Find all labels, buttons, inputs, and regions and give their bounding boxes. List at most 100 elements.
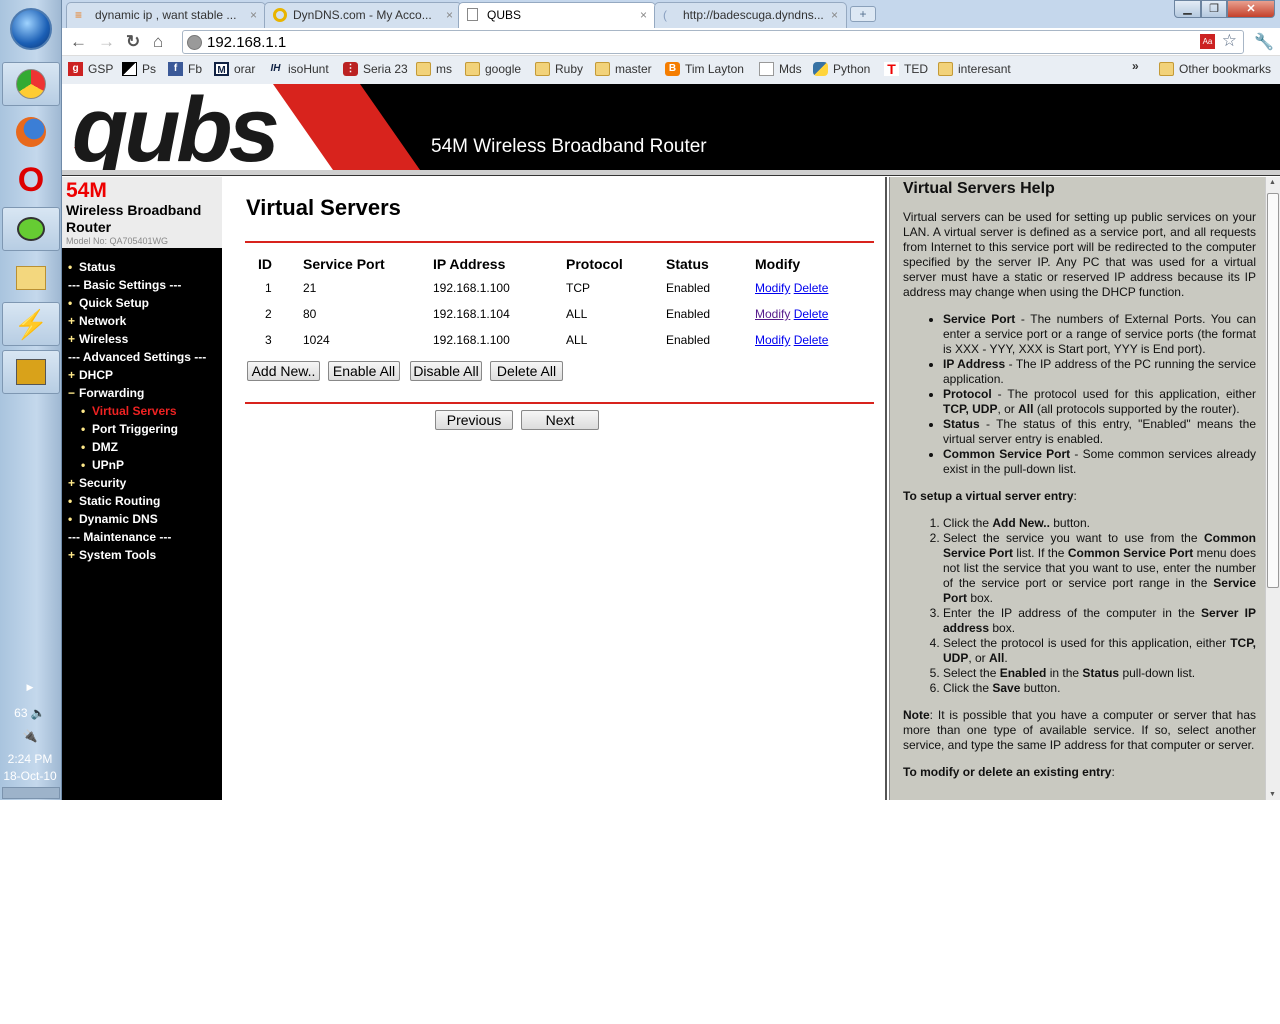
close-tab-icon[interactable]: ×	[250, 8, 257, 22]
bookmark-mds[interactable]: Mds	[759, 62, 802, 76]
delete-link[interactable]: Delete	[794, 333, 829, 347]
nav-item-network[interactable]: + Network	[62, 312, 222, 330]
bookmark-master[interactable]: master	[595, 62, 652, 76]
dictionary-extension-icon[interactable]: Aa	[1200, 34, 1215, 49]
nav-item-security[interactable]: + Security	[62, 474, 222, 492]
bookmarks-overflow-chevron[interactable]: »	[1132, 59, 1139, 73]
firefox-taskbar-icon[interactable]	[2, 110, 60, 154]
enable-all-button[interactable]: Enable All	[328, 361, 400, 381]
close-tab-icon[interactable]: ×	[446, 8, 453, 22]
wrench-menu-icon[interactable]: 🔧	[1254, 32, 1274, 52]
nav-item-system-tools[interactable]: + System Tools	[62, 546, 222, 564]
thermometer-taskbar-icon[interactable]	[2, 350, 60, 394]
bookmark-ruby[interactable]: Ruby	[535, 62, 583, 76]
address-bar[interactable]: 192.168.1.1 Aa ☆	[182, 30, 1244, 54]
add-new-button[interactable]: Add New..	[247, 361, 320, 381]
restore-button[interactable]: ❐	[1201, 0, 1227, 18]
tab-badescuga[interactable]: (http://badescuga.dyndns... ×	[654, 2, 847, 28]
bookmark-orar[interactable]: Morar	[214, 62, 255, 76]
modify-link[interactable]: Modify	[755, 333, 790, 347]
nav-bullet: •	[68, 260, 73, 274]
bookmark-python[interactable]: Python	[813, 62, 870, 76]
text: Enter the IP address of the computer in …	[943, 606, 1202, 620]
bookmark-fb[interactable]: f Fb	[168, 62, 202, 76]
delete-link[interactable]: Delete	[794, 307, 829, 321]
tab-dyndns[interactable]: DynDNS.com - My Acco... ×	[264, 2, 462, 28]
nav-item-forwarding[interactable]: − Forwarding	[62, 384, 222, 402]
bookmark-ps[interactable]: Ps	[122, 62, 156, 76]
scroll-down-arrow[interactable]: ▼	[1269, 791, 1276, 798]
scroll-up-arrow[interactable]: ▲	[1269, 179, 1276, 186]
bookmark-seria-23[interactable]: ⋮ Seria 23	[343, 62, 408, 76]
nav-item-dynamic-dns[interactable]: • Dynamic DNS	[62, 510, 222, 528]
new-tab-button[interactable]: +	[850, 6, 876, 22]
nav-label: DHCP	[79, 368, 114, 382]
messenger-taskbar-icon[interactable]	[2, 207, 60, 251]
bookmark-star-icon[interactable]: ☆	[1222, 31, 1237, 51]
show-desktop-button[interactable]	[2, 787, 60, 799]
previous-button[interactable]: Previous	[435, 410, 513, 430]
start-button[interactable]	[10, 8, 52, 50]
nav-label: DMZ	[92, 440, 118, 454]
bookmark-ted[interactable]: T TED	[884, 62, 928, 76]
nav-item-static-routing[interactable]: • Static Routing	[62, 492, 222, 510]
close-window-button[interactable]: ✕	[1227, 0, 1275, 18]
back-icon[interactable]: ←	[70, 32, 87, 52]
cell-id: 1	[265, 281, 272, 295]
delete-all-button[interactable]: Delete All	[490, 361, 563, 381]
opera-taskbar-icon[interactable]: O	[2, 158, 60, 202]
clock-time[interactable]: 2:24 PM	[0, 752, 60, 766]
explorer-taskbar-icon[interactable]	[2, 256, 60, 300]
col-protocol: Protocol	[566, 255, 623, 272]
next-button[interactable]: Next	[521, 410, 599, 430]
winamp-taskbar-icon[interactable]: ⚡	[2, 302, 60, 346]
cell-status: Enabled	[666, 281, 711, 295]
modify-link[interactable]: Modify	[755, 281, 790, 295]
bookmark-ms[interactable]: ms	[416, 62, 452, 76]
tab-strip: ≡ dynamic ip , want stable ... × DynDNS.co…	[62, 0, 1280, 29]
close-tab-icon[interactable]: ×	[831, 8, 838, 22]
nav-item-dhcp[interactable]: + DHCP	[62, 366, 222, 384]
minimize-button[interactable]: ▁	[1174, 0, 1201, 18]
reload-icon[interactable]: ↻	[126, 32, 140, 52]
nav-label: Static Routing	[79, 494, 161, 508]
help-scrollbar[interactable]: ▲ ▼	[1265, 177, 1280, 800]
chrome-taskbar-icon[interactable]	[2, 62, 60, 106]
volume-icon[interactable]: 🔈	[31, 706, 46, 720]
bold-text: To setup a virtual server entry	[903, 489, 1074, 503]
text: :	[1073, 489, 1077, 503]
bookmark-interesant[interactable]: interesant	[938, 62, 1011, 76]
disable-all-button[interactable]: Disable All	[410, 361, 482, 381]
modify-link[interactable]: Modify	[755, 307, 790, 321]
text: :	[1111, 765, 1115, 779]
nav-item-advanced-settings[interactable]: --- Advanced Settings ---	[62, 348, 222, 366]
nav-item-port-triggering[interactable]: • Port Triggering	[62, 420, 222, 438]
delete-link[interactable]: Delete	[794, 281, 829, 295]
nav-item-status[interactable]: • Status	[62, 258, 222, 276]
show-hidden-icons[interactable]: ▶	[0, 682, 60, 693]
nav-item-maintenance[interactable]: --- Maintenance ---	[62, 528, 222, 546]
nav-item-basic-settings[interactable]: --- Basic Settings ---	[62, 276, 222, 294]
nav-item-wireless[interactable]: + Wireless	[62, 330, 222, 348]
nav-label: UPnP	[92, 458, 125, 472]
home-icon[interactable]: ⌂	[153, 32, 163, 52]
bookmark-tim-layton[interactable]: B Tim Layton	[665, 62, 744, 76]
forward-icon[interactable]: →	[98, 32, 115, 52]
other-bookmarks[interactable]: Other bookmarks	[1159, 62, 1271, 76]
nav-item-upnp[interactable]: • UPnP	[62, 456, 222, 474]
scrollbar-thumb[interactable]	[1267, 193, 1279, 588]
nav-bullet: +	[68, 314, 76, 328]
power-icon[interactable]: 🔌	[0, 729, 60, 743]
nav-item-dmz[interactable]: • DMZ	[62, 438, 222, 456]
bookmark-google[interactable]: google	[465, 62, 521, 76]
tab-qubs[interactable]: QUBS ×	[458, 2, 656, 29]
bookmark-gsp[interactable]: g GSP	[68, 62, 113, 76]
clock-date[interactable]: 18-Oct-10	[0, 769, 60, 783]
tab-dynamic-ip[interactable]: ≡ dynamic ip , want stable ... ×	[66, 2, 266, 28]
text: in the	[1046, 666, 1083, 680]
nav-item-virtual-servers[interactable]: • Virtual Servers	[62, 402, 222, 420]
nav-item-quick-setup[interactable]: • Quick Setup	[62, 294, 222, 312]
close-tab-icon[interactable]: ×	[640, 8, 647, 22]
model-number: Model No: QA705401WG	[66, 236, 169, 246]
bookmark-isohunt[interactable]: IH isoHunt	[268, 62, 329, 76]
